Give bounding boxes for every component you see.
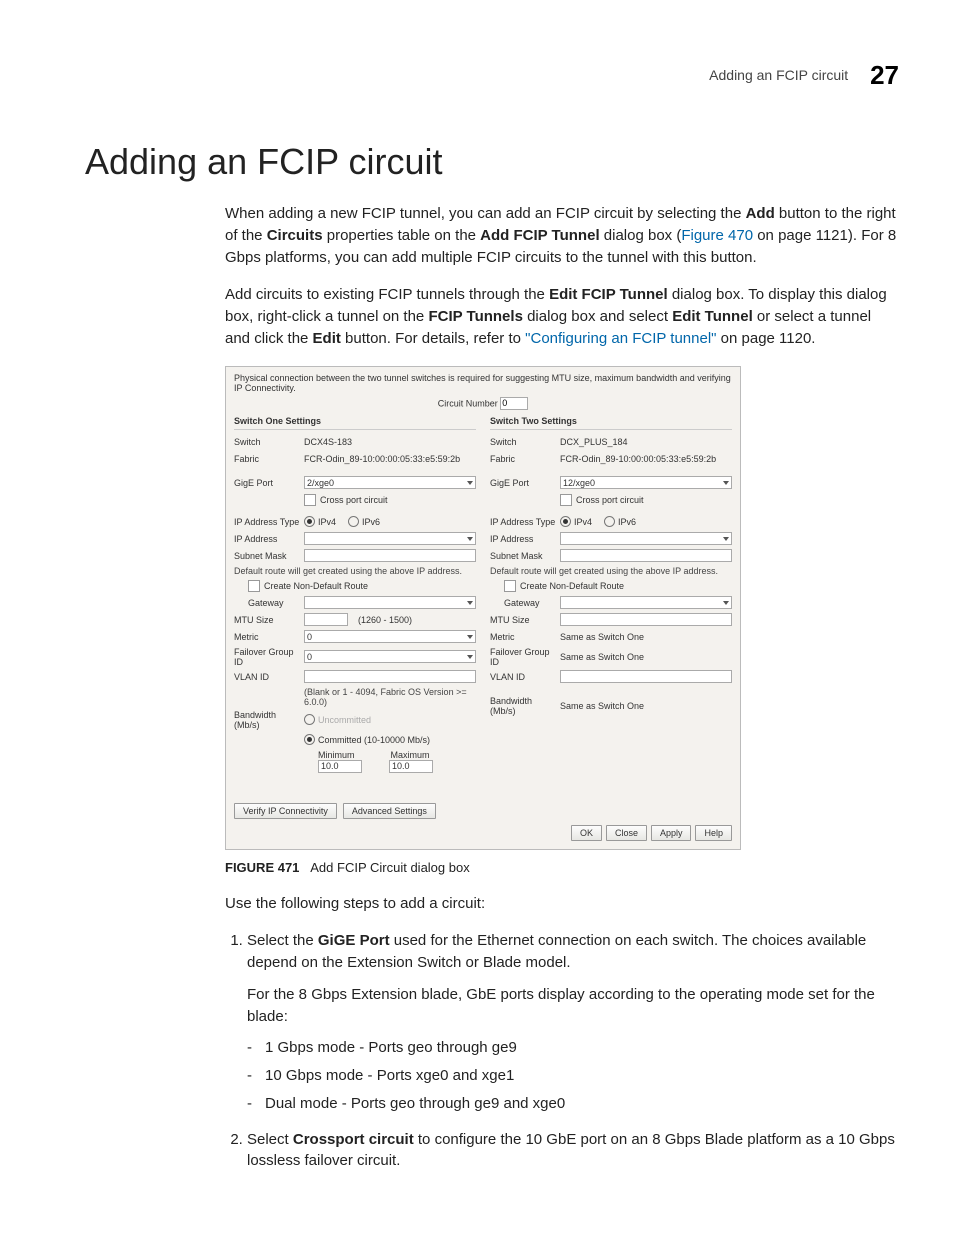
figure-caption: FIGURE 471 Add FCIP Circuit dialog box xyxy=(225,860,899,875)
ok-button[interactable]: OK xyxy=(571,825,602,841)
gateway-input-1[interactable] xyxy=(304,596,476,609)
create-route-checkbox-2[interactable] xyxy=(504,580,516,592)
steps-list: Select the GiGE Port used for the Ethern… xyxy=(225,930,899,1172)
mtu-input-2[interactable] xyxy=(560,613,732,626)
page-title: Adding an FCIP circuit xyxy=(85,141,899,183)
paragraph-2: Add circuits to existing FCIP tunnels th… xyxy=(225,284,899,349)
bw-min-input[interactable]: 10.0 xyxy=(318,760,362,773)
crossport-checkbox-2[interactable] xyxy=(560,494,572,506)
switch-two-fabric: FCR-Odin_89-10:00:00:05:33:e5:59:2b xyxy=(560,454,716,464)
verify-ip-button[interactable]: Verify IP Connectivity xyxy=(234,803,337,819)
step-2: Select Crossport circuit to configure th… xyxy=(247,1129,899,1173)
circuit-number-row: Circuit Number xyxy=(234,397,732,410)
switch-one-fabric: FCR-Odin_89-10:00:00:05:33:e5:59:2b xyxy=(304,454,460,464)
ipv4-radio-1[interactable] xyxy=(304,516,315,527)
circuit-number-input[interactable] xyxy=(500,397,528,410)
create-route-checkbox-1[interactable] xyxy=(248,580,260,592)
switch-two-column: Switch Two Settings SwitchDCX_PLUS_184 F… xyxy=(490,416,732,819)
ip-address-input-2[interactable] xyxy=(560,532,732,545)
chevron-down-icon xyxy=(467,481,473,485)
advanced-settings-button[interactable]: Advanced Settings xyxy=(343,803,436,819)
vlan-input-1[interactable] xyxy=(304,670,476,683)
chevron-down-icon xyxy=(467,537,473,541)
bw-max-input[interactable]: 10.0 xyxy=(389,760,433,773)
ipv6-radio-1[interactable] xyxy=(348,516,359,527)
list-item: 1 Gbps mode - Ports geo through ge9 xyxy=(265,1037,899,1059)
chevron-down-icon xyxy=(723,537,729,541)
chevron-down-icon xyxy=(467,655,473,659)
running-title: Adding an FCIP circuit xyxy=(709,67,848,83)
circuit-number-label: Circuit Number xyxy=(438,398,498,408)
use-steps-intro: Use the following steps to add a circuit… xyxy=(225,893,899,915)
crossport-checkbox-1[interactable] xyxy=(304,494,316,506)
subnet-mask-input-1[interactable] xyxy=(304,549,476,562)
subnet-mask-input-2[interactable] xyxy=(560,549,732,562)
switch-two-name: DCX_PLUS_184 xyxy=(560,437,628,447)
apply-button[interactable]: Apply xyxy=(651,825,692,841)
vlan-input-2[interactable] xyxy=(560,670,732,683)
step-1: Select the GiGE Port used for the Ethern… xyxy=(247,930,899,1114)
list-item: 10 Gbps mode - Ports xge0 and xge1 xyxy=(265,1065,899,1087)
chevron-down-icon xyxy=(467,635,473,639)
close-button[interactable]: Close xyxy=(606,825,647,841)
chapter-number: 27 xyxy=(870,60,899,91)
dialog-description: Physical connection between the two tunn… xyxy=(234,373,732,393)
switch-two-gige-select[interactable]: 12/xge0 xyxy=(560,476,732,489)
switch-one-name: DCX4S-183 xyxy=(304,437,352,447)
figure-470-link[interactable]: Figure 470 xyxy=(681,227,753,244)
switch-one-gige-select[interactable]: 2/xge0 xyxy=(304,476,476,489)
switch-one-heading: Switch One Settings xyxy=(234,416,476,430)
list-item: Dual mode - Ports geo through ge9 and xg… xyxy=(265,1093,899,1115)
running-header: Adding an FCIP circuit 27 xyxy=(85,60,899,91)
gateway-input-2[interactable] xyxy=(560,596,732,609)
paragraph-1: When adding a new FCIP tunnel, you can a… xyxy=(225,203,899,268)
ipv4-radio-2[interactable] xyxy=(560,516,571,527)
switch-one-column: Switch One Settings SwitchDCX4S-183 Fabr… xyxy=(234,416,476,819)
uncommitted-radio[interactable] xyxy=(304,714,315,725)
metric-select-1[interactable]: 0 xyxy=(304,630,476,643)
failover-select-1[interactable]: 0 xyxy=(304,650,476,663)
ip-address-input-1[interactable] xyxy=(304,532,476,545)
add-fcip-circuit-dialog: Physical connection between the two tunn… xyxy=(225,366,741,850)
configuring-tunnel-link[interactable]: "Configuring an FCIP tunnel" xyxy=(525,330,716,347)
help-button[interactable]: Help xyxy=(695,825,732,841)
ipv6-radio-2[interactable] xyxy=(604,516,615,527)
committed-radio[interactable] xyxy=(304,734,315,745)
chevron-down-icon xyxy=(723,601,729,605)
mtu-input-1[interactable] xyxy=(304,613,348,626)
step-1-sublist: 1 Gbps mode - Ports geo through ge9 10 G… xyxy=(247,1037,899,1114)
chevron-down-icon xyxy=(723,481,729,485)
switch-two-heading: Switch Two Settings xyxy=(490,416,732,430)
chevron-down-icon xyxy=(467,601,473,605)
